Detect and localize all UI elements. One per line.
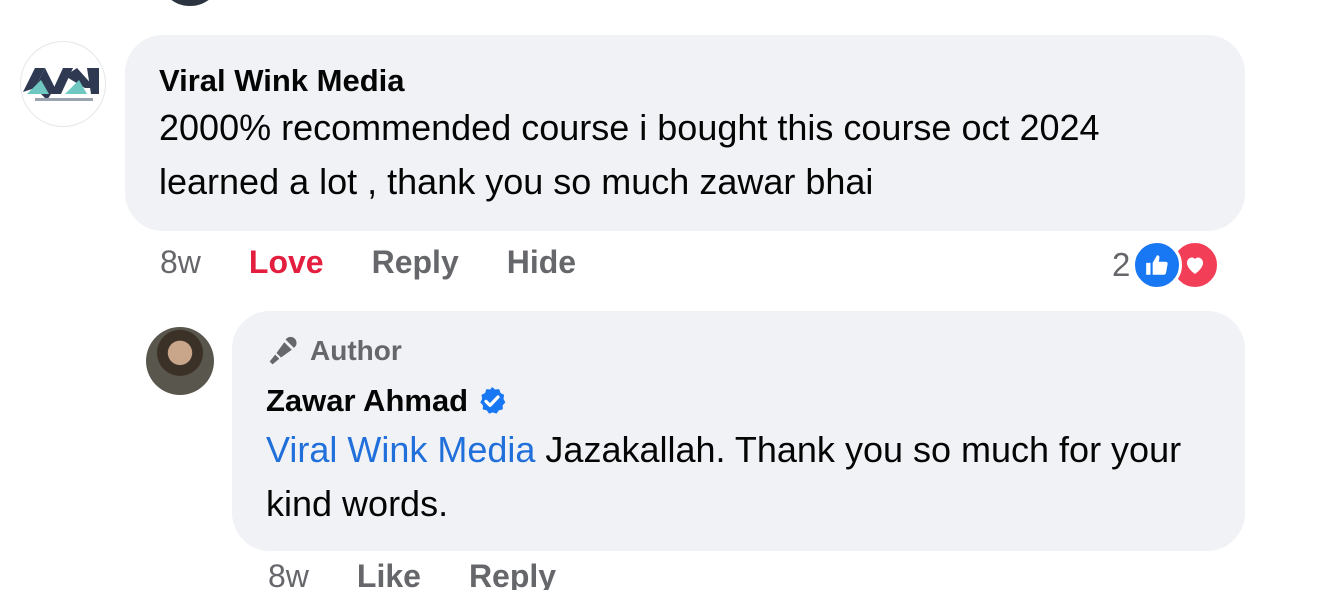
comment-bubble: Viral Wink Media 2000% recommended cours… xyxy=(125,35,1245,231)
reply-bubble: Author Zawar Ahmad Viral Wink Media Jaza… xyxy=(232,311,1245,551)
reply-reply-button[interactable]: Reply xyxy=(469,558,556,590)
reply-text-block: Viral Wink Media Jazakallah. Thank you s… xyxy=(266,423,1211,531)
reaction-summary[interactable]: 2 xyxy=(1112,238,1221,292)
like-button[interactable]: Like xyxy=(357,558,421,590)
viral-wink-logo-icon xyxy=(23,68,99,101)
reaction-count: 2 xyxy=(1112,246,1131,283)
reply-author-row: Zawar Ahmad xyxy=(266,383,1211,419)
author-badge-label: Author xyxy=(310,335,402,366)
verified-badge-icon xyxy=(476,385,508,417)
reply-actions: 8w Like Reply xyxy=(268,558,604,590)
microphone-icon xyxy=(269,336,297,365)
avatar-zawar-ahmad[interactable] xyxy=(146,327,214,395)
comment-thread: Viral Wink Media 2000% recommended cours… xyxy=(0,0,1342,590)
previous-avatar[interactable] xyxy=(158,0,222,6)
love-button[interactable]: Love xyxy=(249,244,324,281)
reply-button[interactable]: Reply xyxy=(372,244,459,281)
comment-author-name[interactable]: Viral Wink Media xyxy=(159,63,405,99)
avatar-viral-wink-media[interactable] xyxy=(20,41,106,127)
comment-text: 2000% recommended course i bought this c… xyxy=(159,107,1100,202)
comment-actions: 8w Love Reply Hide xyxy=(160,244,624,281)
reply-author-name[interactable]: Zawar Ahmad xyxy=(266,383,468,419)
mention-link[interactable]: Viral Wink Media xyxy=(266,429,535,470)
like-icon xyxy=(1132,240,1183,290)
author-badge: Author xyxy=(266,331,1211,371)
comment-timestamp[interactable]: 8w xyxy=(160,244,201,281)
hide-button[interactable]: Hide xyxy=(507,244,576,281)
reply-timestamp[interactable]: 8w xyxy=(268,558,309,590)
